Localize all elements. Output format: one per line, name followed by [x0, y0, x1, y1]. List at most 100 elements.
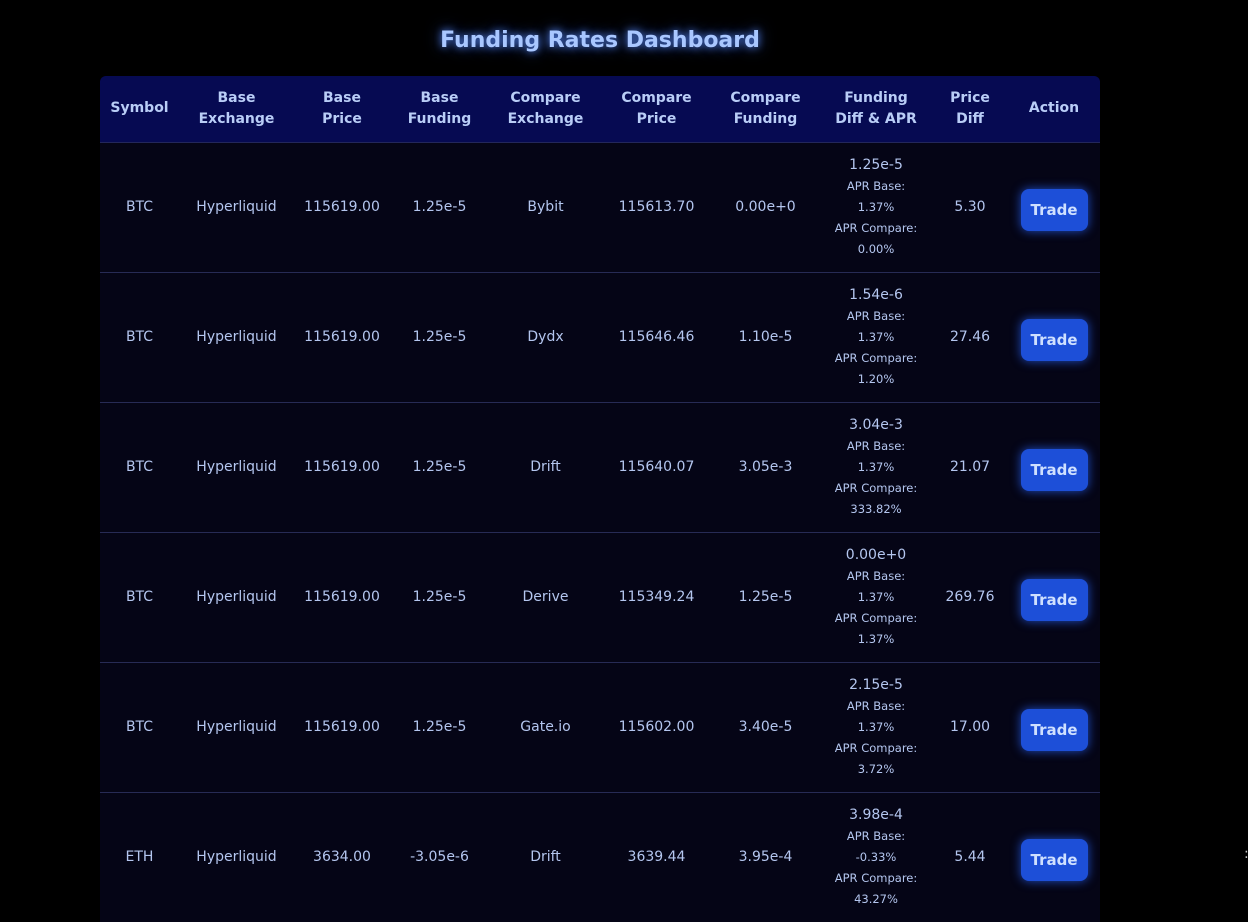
dashboard-page: Funding Rates Dashboard Symbol Base Exchan… [0, 0, 1248, 922]
cell-action: Trade [1008, 532, 1100, 663]
trade-button[interactable]: Trade [1020, 449, 1088, 491]
cell-action: Trade [1008, 142, 1100, 273]
trade-button[interactable]: Trade [1020, 709, 1088, 751]
cell-base-funding: 1.25e-5 [390, 532, 489, 663]
apr-compare-value: 0.00% [857, 241, 895, 256]
cell-symbol: ETH [100, 792, 179, 922]
cell-funding-diff-apr: 1.25e-5 APR Base: 1.37% APR Compare: 0.00% [820, 142, 932, 273]
trade-button[interactable]: Trade [1020, 839, 1088, 881]
table-body: BTC Hyperliquid 115619.00 1.25e-5 Bybit 11561… [100, 142, 1100, 922]
trade-button[interactable]: Trade [1020, 319, 1088, 361]
funding-diff-value: 3.98e-4 [849, 806, 903, 823]
column-header-line1: Action [1028, 100, 1080, 117]
column-header-base-funding: Base Funding [390, 76, 489, 143]
cell-base-funding: 1.25e-5 [390, 402, 489, 533]
column-header-base-exchange: Base Exchange [179, 76, 294, 143]
column-header-line1: Compare [730, 89, 801, 106]
cell-compare-exchange: Dydx [489, 272, 602, 403]
column-header-line2: Funding [733, 110, 798, 127]
cell-action: Trade [1008, 792, 1100, 922]
column-header-line2: Exchange [198, 110, 275, 127]
column-header-line2: Price [636, 110, 677, 127]
apr-base-value: -0.33% [855, 849, 897, 864]
cell-action: Trade [1008, 662, 1100, 793]
apr-compare-value: 1.37% [857, 631, 895, 646]
cell-compare-exchange: Drift [489, 792, 602, 922]
column-header-line1: Price [950, 89, 990, 106]
column-header-line1: Compare [621, 89, 692, 106]
column-header-line2: Price [322, 110, 362, 127]
trade-button[interactable]: Trade [1020, 189, 1088, 231]
cell-symbol: BTC [100, 142, 179, 273]
funding-rates-table: Symbol Base Exchange Base Price Base Funding Co… [100, 76, 1100, 922]
cell-base-exchange: Hyperliquid [179, 532, 294, 663]
column-header-compare-price: Compare Price [602, 76, 711, 143]
cell-price-diff: 27.46 [932, 272, 1008, 403]
apr-compare-label: APR Compare: [834, 870, 918, 885]
cell-compare-funding: 1.25e-5 [711, 532, 820, 663]
apr-compare-value: 1.20% [857, 371, 895, 386]
cell-compare-exchange: Derive [489, 532, 602, 663]
table-row: ETH Hyperliquid 3634.00 -3.05e-6 Drift 3639.4… [100, 792, 1100, 922]
cell-compare-funding: 3.40e-5 [711, 662, 820, 793]
cell-action: Trade [1008, 402, 1100, 533]
table-row: BTC Hyperliquid 115619.00 1.25e-5 Drift 11564… [100, 402, 1100, 533]
table-row: BTC Hyperliquid 115619.00 1.25e-5 Derive 1153… [100, 532, 1100, 663]
apr-base-value: 1.37% [857, 719, 895, 734]
apr-base-label: APR Base: [846, 698, 906, 713]
cell-compare-funding: 0.00e+0 [711, 142, 820, 273]
cell-base-price: 115619.00 [294, 532, 390, 663]
cell-compare-price: 115613.70 [602, 142, 711, 273]
column-header-line1: Base [217, 89, 256, 106]
funding-diff-value: 2.15e-5 [849, 676, 903, 693]
cell-price-diff: 269.76 [932, 532, 1008, 663]
cell-compare-price: 115349.24 [602, 532, 711, 663]
cell-base-price: 3634.00 [294, 792, 390, 922]
cell-price-diff: 5.30 [932, 142, 1008, 273]
column-header-line1: Symbol [110, 100, 169, 117]
funding-rates-table-container: Symbol Base Exchange Base Price Base Funding Co… [100, 76, 1100, 922]
apr-compare-value: 3.72% [857, 761, 895, 776]
cell-compare-funding: 1.10e-5 [711, 272, 820, 403]
cell-compare-exchange: Bybit [489, 142, 602, 273]
cell-base-price: 115619.00 [294, 662, 390, 793]
cell-base-price: 115619.00 [294, 142, 390, 273]
funding-diff-value: 1.25e-5 [849, 156, 903, 173]
cell-price-diff: 5.44 [932, 792, 1008, 922]
table-row: BTC Hyperliquid 115619.00 1.25e-5 Dydx 115646… [100, 272, 1100, 403]
apr-compare-label: APR Compare: [834, 610, 918, 625]
cell-action: Trade [1008, 272, 1100, 403]
cell-compare-exchange: Gate.io [489, 662, 602, 793]
apr-base-value: 1.37% [857, 459, 895, 474]
column-header-compare-funding: Compare Funding [711, 76, 820, 143]
cell-base-exchange: Hyperliquid [179, 662, 294, 793]
cell-compare-exchange: Drift [489, 402, 602, 533]
cell-base-funding: 1.25e-5 [390, 662, 489, 793]
column-header-funding-diff-apr: Funding Diff & APR [820, 76, 932, 143]
cell-compare-price: 3639.44 [602, 792, 711, 922]
cell-funding-diff-apr: 3.98e-4 APR Base: -0.33% APR Compare: 43.27% [820, 792, 932, 922]
cell-base-exchange: Hyperliquid [179, 272, 294, 403]
funding-diff-value: 0.00e+0 [845, 546, 907, 563]
funding-diff-value: 3.04e-3 [849, 416, 903, 433]
cell-base-exchange: Hyperliquid [179, 142, 294, 273]
cell-compare-price: 115602.00 [602, 662, 711, 793]
cell-price-diff: 21.07 [932, 402, 1008, 533]
table-row: BTC Hyperliquid 115619.00 1.25e-5 Bybit 11561… [100, 142, 1100, 273]
cell-compare-price: 115646.46 [602, 272, 711, 403]
table-header-row: Symbol Base Exchange Base Price Base Funding Co… [100, 76, 1100, 143]
funding-diff-value: 1.54e-6 [849, 286, 903, 303]
cell-funding-diff-apr: 0.00e+0 APR Base: 1.37% APR Compare: 1.37% [820, 532, 932, 663]
cell-base-price: 115619.00 [294, 272, 390, 403]
cell-base-funding: -3.05e-6 [390, 792, 489, 922]
apr-base-label: APR Base: [846, 568, 906, 583]
column-header-base-price: Base Price [294, 76, 390, 143]
cell-funding-diff-apr: 1.54e-6 APR Base: 1.37% APR Compare: 1.20% [820, 272, 932, 403]
column-header-compare-exchange: Compare Exchange [489, 76, 602, 143]
apr-base-label: APR Base: [846, 308, 906, 323]
cell-base-exchange: Hyperliquid [179, 402, 294, 533]
trade-button[interactable]: Trade [1020, 579, 1088, 621]
apr-compare-label: APR Compare: [834, 740, 918, 755]
cell-base-funding: 1.25e-5 [390, 142, 489, 273]
cell-compare-funding: 3.95e-4 [711, 792, 820, 922]
